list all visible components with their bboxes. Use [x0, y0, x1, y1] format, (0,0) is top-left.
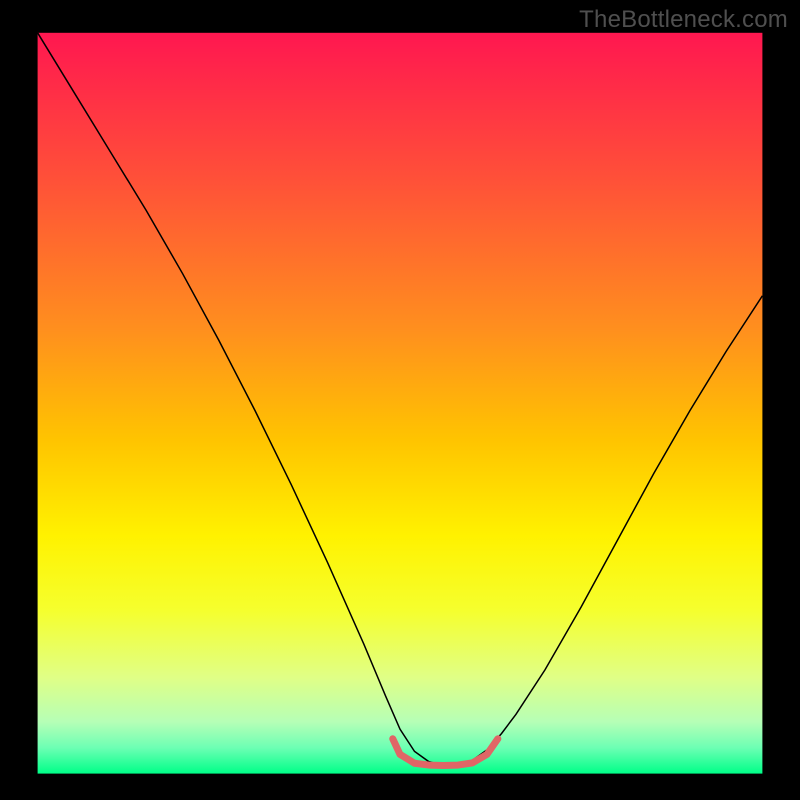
plot-background [38, 33, 763, 774]
chart-stage: TheBottleneck.com [0, 0, 800, 800]
chart-canvas [0, 0, 800, 800]
watermark-text: TheBottleneck.com [579, 6, 788, 34]
